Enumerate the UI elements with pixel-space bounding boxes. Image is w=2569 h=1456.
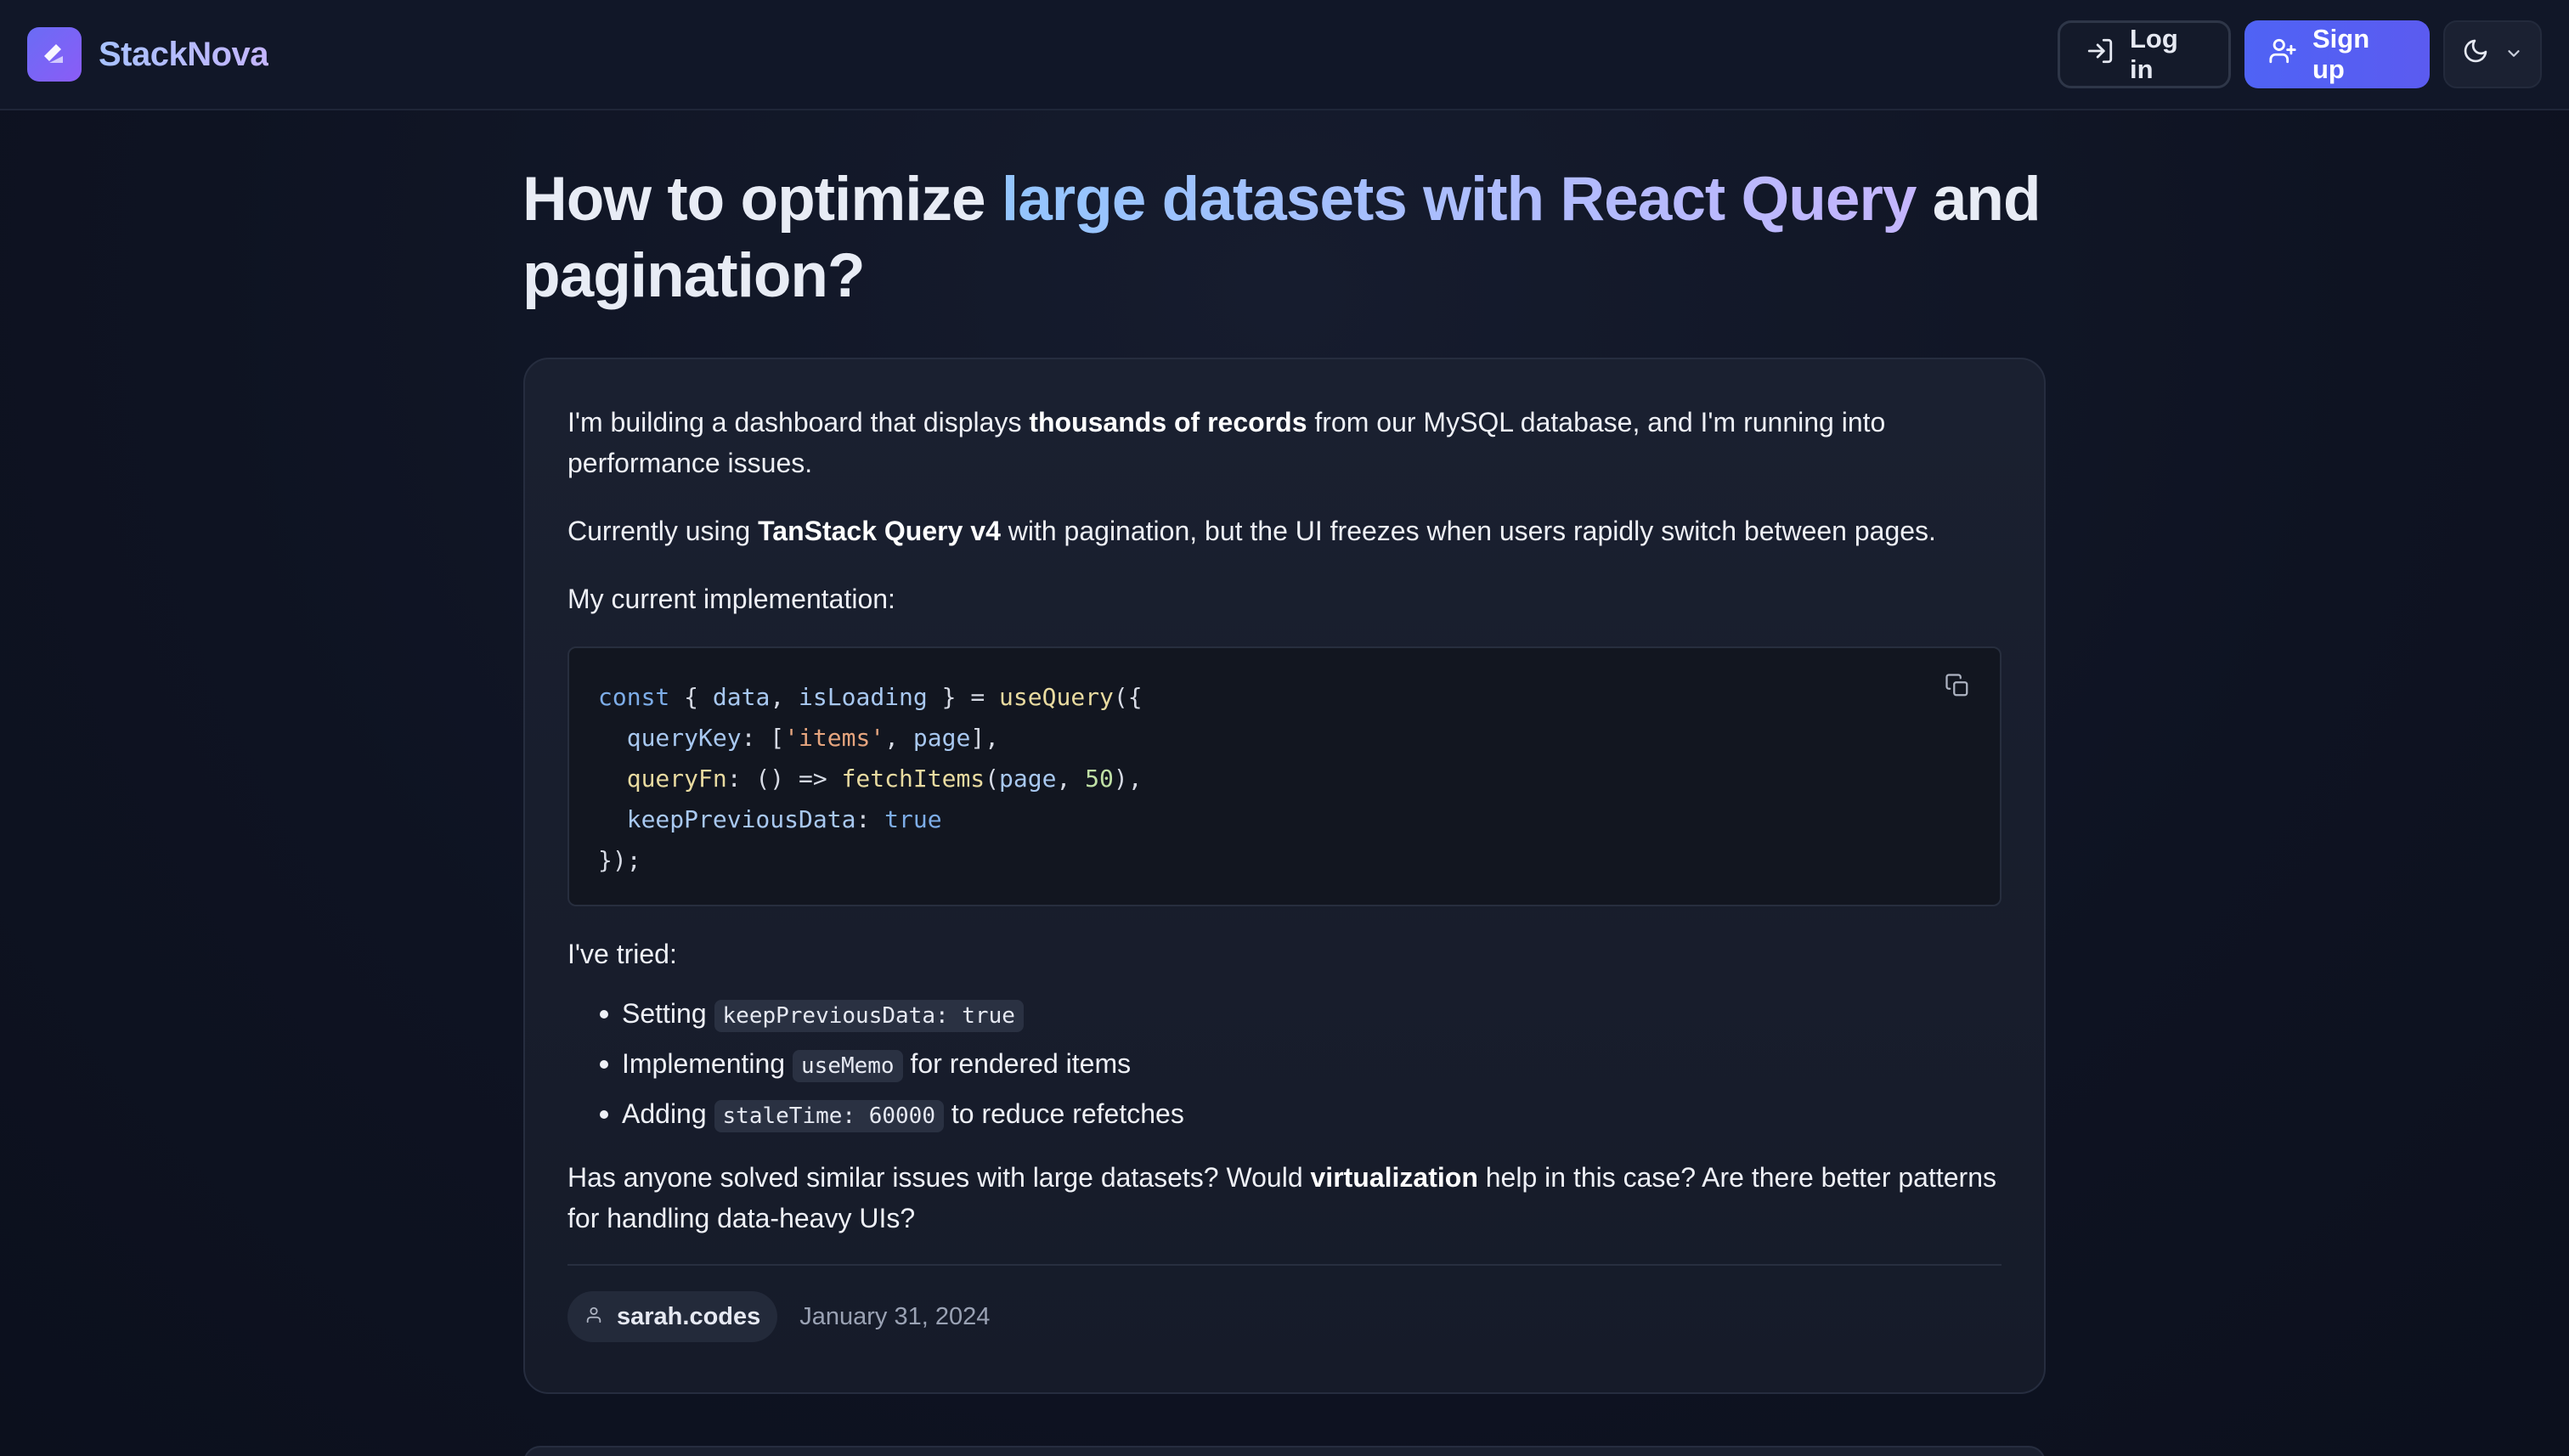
bold-text: TanStack Query v4 [758, 516, 1001, 546]
code-line-5: }); [598, 846, 641, 874]
code-token: queryKey [598, 724, 742, 752]
brand-name: StackNova [99, 35, 269, 73]
code-line-4: keepPreviousData: true [598, 799, 1971, 840]
code-token: queryFn [598, 765, 727, 793]
text: I'm building a dashboard that displays [567, 407, 1030, 437]
code-token: : [855, 805, 885, 833]
text: to reduce refetches [943, 1098, 1184, 1129]
code-token: : [ [741, 724, 785, 752]
code-token: ], [970, 724, 1000, 752]
text: Adding [622, 1098, 714, 1129]
stacknova-logo-icon [27, 27, 82, 82]
text: Currently using [567, 516, 759, 546]
divider [567, 1264, 2002, 1266]
code-token: page [912, 724, 971, 752]
code-block[interactable]: const { data, isLoading } = useQuery({ q… [567, 646, 2002, 906]
code-token: ({ [1113, 683, 1143, 711]
title-highlight: large datasets with React Query [1001, 165, 1917, 234]
code-token: keepPreviousData [598, 805, 856, 833]
code-token: } = [927, 683, 1000, 711]
text: with pagination, but the UI freezes when… [1000, 516, 1936, 546]
text: Implementing [622, 1048, 793, 1079]
question-paragraph-3: My current implementation: [567, 584, 895, 614]
inline-code: staleTime: 60000 [714, 1100, 944, 1132]
top-bar: StackNova Log in Sign up [0, 0, 2569, 110]
question-paragraph-5: Has anyone solved similar issues with la… [567, 1157, 2002, 1239]
bold-text: thousands of records [1029, 407, 1307, 437]
code-token: : () => [726, 765, 842, 793]
header-actions: Log in Sign up [2058, 20, 2542, 88]
question-paragraph-1: I'm building a dashboard that displays t… [567, 402, 2002, 483]
code-token: isLoading [799, 683, 928, 711]
code-token: ( [985, 765, 1000, 793]
code-token: fetchItems [841, 765, 985, 793]
code-token: { [669, 683, 713, 711]
text: for rendered items [902, 1048, 1132, 1079]
inline-code: keepPreviousData: true [714, 1000, 1024, 1032]
signup-label: Sign up [2312, 24, 2370, 84]
login-button[interactable]: Log in [2058, 20, 2231, 88]
question-meta: sarah.codes January 31, 2024 [567, 1291, 2002, 1342]
code-token: , [770, 683, 799, 711]
bold-text: virtualization [1310, 1162, 1478, 1193]
signup-button[interactable]: Sign up [2244, 20, 2430, 88]
copy-icon[interactable] [1940, 669, 1974, 703]
code-token: ), [1113, 765, 1143, 793]
code-token: 'items' [784, 724, 885, 752]
next-card [523, 1446, 2046, 1456]
code-line-2: queryKey: ['items', page], [598, 718, 1971, 759]
code-token: const [598, 683, 670, 711]
author-name: sarah.codes [617, 1302, 761, 1330]
login-label: Log in [2130, 24, 2178, 84]
tried-list: Setting keepPreviousData: true Implement… [567, 990, 2002, 1140]
question-title: How to optimize large datasets with Reac… [522, 161, 2052, 314]
code-line-1: const { data, isLoading } = useQuery({ [598, 677, 1971, 718]
brand[interactable]: StackNova [27, 27, 269, 82]
code-token: , [884, 724, 913, 752]
list-item: Implementing useMemo for rendered items [593, 1040, 2002, 1090]
text: Setting [622, 998, 714, 1029]
code-token: true [884, 805, 942, 833]
user-icon [584, 1303, 603, 1331]
chevron-down-icon [2504, 39, 2523, 70]
code-token: page [999, 765, 1057, 793]
question-paragraph-2: Currently using TanStack Query v4 with p… [567, 511, 2002, 551]
list-item: Setting keepPreviousData: true [593, 990, 2002, 1040]
code-line-3: queryFn: () => fetchItems(page, 50), [598, 759, 1971, 799]
code-token: , [1056, 765, 1086, 793]
author-badge[interactable]: sarah.codes [567, 1291, 778, 1342]
code-token: 50 [1085, 765, 1114, 793]
code-token: data [712, 683, 771, 711]
user-plus-icon [2268, 37, 2297, 72]
theme-toggle-button[interactable] [2443, 20, 2542, 88]
title-part-1: How to optimize [522, 165, 1002, 234]
text: Has anyone solved similar issues with la… [567, 1162, 1311, 1193]
question-paragraph-4: I've tried: [567, 939, 677, 969]
login-icon [2086, 37, 2114, 72]
moon-icon [2462, 37, 2489, 71]
post-date: January 31, 2024 [799, 1302, 991, 1330]
inline-code: useMemo [792, 1050, 903, 1082]
code-token: useQuery [999, 683, 1114, 711]
list-item: Adding staleTime: 60000 to reduce refetc… [593, 1090, 2002, 1140]
question-card: I'm building a dashboard that displays t… [523, 358, 2046, 1394]
